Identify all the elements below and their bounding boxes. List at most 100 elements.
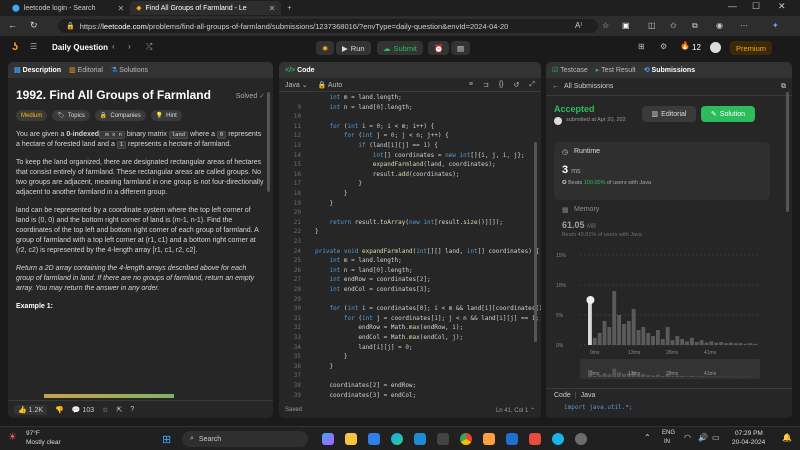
- editor-scrollbar[interactable]: [534, 142, 537, 342]
- submissions-scrollbar[interactable]: [786, 92, 789, 212]
- distribution-bar[interactable]: [724, 343, 728, 345]
- notes-button[interactable]: ▤: [451, 41, 471, 55]
- code-line[interactable]: 17 }: [279, 179, 362, 189]
- memory-card[interactable]: ▦ Memory 61.05 MB Beats 49.81% of users …: [554, 202, 770, 242]
- code-line[interactable]: 35 }: [279, 352, 348, 362]
- distribution-bar[interactable]: [728, 342, 733, 345]
- next-problem-icon[interactable]: ›: [128, 42, 131, 51]
- comments-button[interactable]: 💬 103: [72, 406, 94, 414]
- profile-icon[interactable]: ◉: [716, 21, 723, 30]
- tab-testcase[interactable]: ☑ Testcase: [552, 66, 588, 74]
- expand-icon[interactable]: ⌃: [530, 408, 535, 414]
- distribution-bar[interactable]: [733, 343, 738, 345]
- tab-solutions[interactable]: ⚗ Solutions: [111, 66, 148, 74]
- bookmark-icon[interactable]: ⊐: [483, 81, 489, 89]
- problem-title[interactable]: 1992. Find All Groups of Farmland: [16, 88, 211, 102]
- clock-date[interactable]: 20-04-2024: [732, 439, 765, 446]
- activity-app-icon[interactable]: [506, 433, 518, 445]
- premium-button[interactable]: Premium: [730, 41, 773, 55]
- lang-bottom[interactable]: IN: [664, 439, 670, 445]
- lang-top[interactable]: ENG: [662, 430, 675, 436]
- shuffle-icon[interactable]: ⤮: [146, 42, 152, 52]
- battery-icon[interactable]: ▭: [712, 433, 720, 442]
- new-tab-button[interactable]: +: [281, 1, 297, 15]
- topics-pill[interactable]: 🏷 Topics: [52, 110, 90, 121]
- distribution-bar[interactable]: [665, 327, 670, 345]
- tab-test-result[interactable]: ▸ Test Result: [596, 66, 636, 74]
- code-line[interactable]: 27 int endRow = coordinates[2];: [279, 275, 431, 285]
- distribution-bar[interactable]: [675, 336, 680, 345]
- code-line[interactable]: 36 }: [279, 362, 333, 372]
- distribution-bar[interactable]: [641, 327, 646, 345]
- read-aloud-icon[interactable]: A⁾: [575, 21, 582, 30]
- back-icon[interactable]: ←: [8, 20, 17, 30]
- office-icon[interactable]: [529, 433, 541, 445]
- file-explorer-icon[interactable]: [345, 433, 357, 445]
- chrome-icon[interactable]: [460, 433, 472, 445]
- distribution-bar[interactable]: [685, 341, 689, 345]
- address-bar[interactable]: 🔒 https://leetcode.com/problems/find-all…: [58, 19, 598, 33]
- paint-icon[interactable]: [483, 433, 495, 445]
- distribution-bar[interactable]: [626, 321, 631, 345]
- code-line[interactable]: 18 }: [279, 189, 348, 199]
- distribution-bar[interactable]: [622, 324, 626, 345]
- extension-icon[interactable]: ▣: [622, 21, 630, 30]
- tab-description[interactable]: ▤ Description: [14, 66, 61, 74]
- hint-pill[interactable]: 💡 Hint: [150, 110, 182, 121]
- code-line[interactable]: 38 coordinates[2] = endRow;: [279, 381, 416, 391]
- distribution-bar[interactable]: [660, 339, 665, 345]
- like-button[interactable]: 👍 1.2K: [14, 404, 48, 415]
- distribution-bar[interactable]: [670, 340, 675, 345]
- close-icon[interactable]: ✕: [117, 4, 124, 13]
- runtime-card[interactable]: ◷ Runtime 3 ms ✪ Beats 100.00% of users …: [554, 142, 770, 200]
- solution-button[interactable]: ✎ Solution: [701, 106, 755, 122]
- braces-icon[interactable]: {}: [499, 81, 504, 88]
- code-line[interactable]: 15 expandFarmland(land, coordinates);: [279, 160, 496, 170]
- wifi-icon[interactable]: ◠: [684, 433, 691, 442]
- code-line[interactable]: 26 int n = land[0].length;: [279, 266, 413, 276]
- distribution-bar[interactable]: [719, 342, 723, 345]
- code-line[interactable]: 32 endRow = Math.max(endRow, i);: [279, 323, 463, 333]
- code-line[interactable]: 12 for (int j = 0; j < n; j++) {: [279, 131, 449, 141]
- code-line[interactable]: 23: [279, 237, 315, 247]
- tab-leetcode[interactable]: ◆ Find All Groups of Farmland - Le ✕: [130, 1, 282, 15]
- link-icon[interactable]: ⧉: [781, 83, 786, 91]
- close-window-icon[interactable]: ✕: [778, 1, 786, 12]
- minimize-icon[interactable]: —: [728, 1, 737, 11]
- distribution-bar[interactable]: [602, 321, 607, 345]
- code-line[interactable]: 30 for (int i = coordinates[0]; i < m &&…: [279, 304, 541, 314]
- code-line[interactable]: 16 result.add(coordinates);: [279, 170, 460, 180]
- your-runtime-marker[interactable]: [586, 296, 595, 304]
- distribution-bar[interactable]: [636, 330, 641, 345]
- edge-icon[interactable]: [391, 433, 403, 445]
- format-icon[interactable]: ≡: [469, 81, 473, 88]
- favorites-bar-icon[interactable]: ✩: [670, 21, 677, 30]
- prev-problem-icon[interactable]: ‹: [112, 42, 115, 51]
- companies-pill[interactable]: 🔒 Companies: [94, 110, 146, 121]
- code-line[interactable]: 28 int endCol = coordinates[3];: [279, 285, 431, 295]
- distribution-bar[interactable]: [651, 336, 655, 345]
- distribution-bar[interactable]: [704, 342, 709, 345]
- favorite-icon[interactable]: ☆: [602, 21, 609, 30]
- distribution-bar[interactable]: [607, 327, 612, 345]
- submit-button[interactable]: ☁ Submit: [377, 41, 423, 55]
- distribution-bar[interactable]: [690, 337, 694, 345]
- distribution-bar[interactable]: [612, 291, 617, 345]
- refresh-icon[interactable]: ↻: [30, 20, 38, 31]
- code-line[interactable]: 11 for (int i = 0; i < m; i++) {: [279, 122, 434, 132]
- difficulty-badge[interactable]: Medium: [16, 110, 48, 121]
- description-scrollbar[interactable]: [267, 92, 270, 192]
- volume-icon[interactable]: 🔊: [698, 433, 708, 442]
- taskbar-search[interactable]: ⌕ Search: [182, 431, 308, 447]
- code-line[interactable]: 20: [279, 208, 315, 218]
- code-editor[interactable]: int m = land.length; 9 int n = land[0].le…: [279, 93, 541, 401]
- code-line[interactable]: 10: [279, 112, 315, 122]
- code-line[interactable]: 14 int[] coordinates = new int[]{i, j, i…: [279, 151, 525, 161]
- distribution-bar[interactable]: [680, 339, 685, 345]
- daily-question-label[interactable]: Daily Question: [52, 43, 108, 52]
- notification-icon[interactable]: 🔔: [782, 433, 792, 442]
- distribution-bar[interactable]: [646, 333, 651, 345]
- distribution-bar[interactable]: [656, 330, 660, 345]
- auto-toggle[interactable]: 🔒 Auto: [318, 81, 343, 89]
- help-icon[interactable]: ?: [130, 406, 134, 413]
